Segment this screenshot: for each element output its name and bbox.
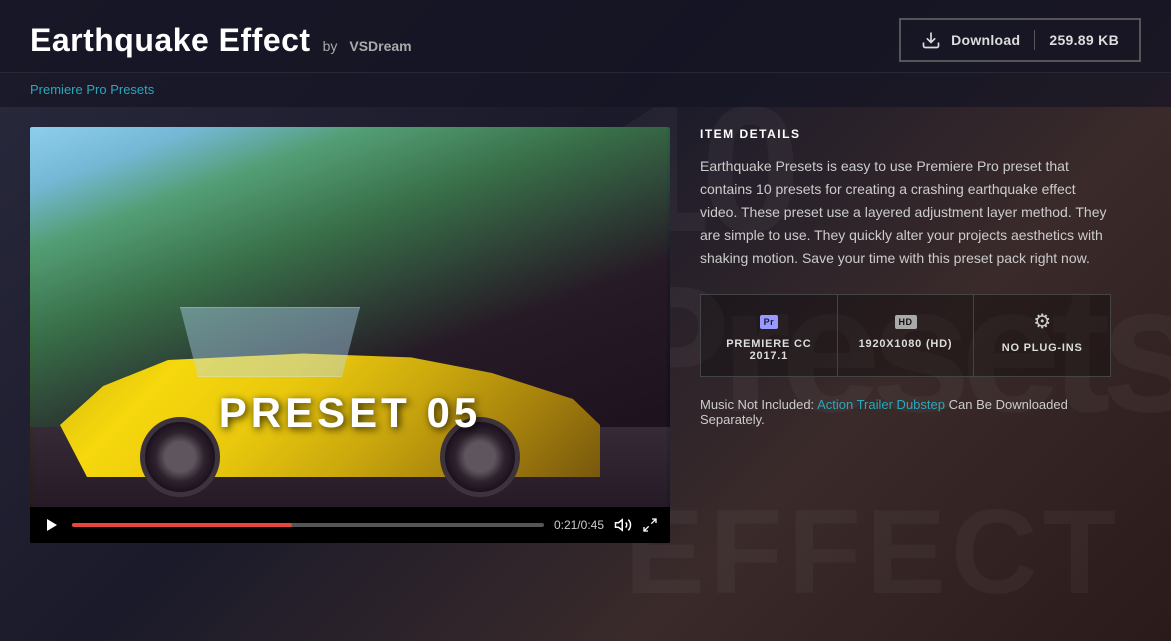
feature-box-premiere: Pr PREMIERE CC 2017.1 <box>700 294 838 377</box>
feature-box-plugins: ⚙ NO PLUG-INS <box>974 294 1111 377</box>
video-controls: 0:21/0:45 <box>30 507 670 543</box>
fullscreen-button[interactable] <box>642 517 658 533</box>
pr-icon: Pr <box>760 309 779 330</box>
volume-button[interactable] <box>614 516 632 534</box>
music-note: Music Not Included: Action Trailer Dubst… <box>700 397 1111 427</box>
author-name: VSDream <box>349 38 411 54</box>
video-container: PRESET 05 0:21/0:45 <box>30 127 670 543</box>
fullscreen-icon <box>642 517 658 533</box>
by-label: by <box>323 38 338 54</box>
gear-icon: ⚙ <box>1033 309 1051 334</box>
music-link[interactable]: Action Trailer Dubstep <box>817 397 945 412</box>
video-frame: PRESET 05 <box>30 127 670 507</box>
music-prefix: Music Not Included: <box>700 397 814 412</box>
glitch-blue <box>33 127 670 507</box>
header-left: Earthquake Effect by VSDream <box>30 22 412 59</box>
download-icon <box>921 30 941 50</box>
download-button[interactable]: Download 259.89 KB <box>899 18 1141 62</box>
play-button[interactable] <box>42 515 62 535</box>
download-label: Download <box>951 32 1020 48</box>
breadcrumb: Premiere Pro Presets <box>0 73 1171 107</box>
download-size: 259.89 KB <box>1049 32 1119 48</box>
progress-bar[interactable] <box>72 523 544 527</box>
volume-icon <box>614 516 632 534</box>
play-icon <box>44 517 60 533</box>
item-details-label: ITEM DETAILS <box>700 127 1111 141</box>
feature-label-hd: 1920X1080 (HD) <box>859 338 953 350</box>
page-header: Earthquake Effect by VSDream Download 25… <box>0 0 1171 73</box>
feature-label-plugins: NO PLUG-INS <box>1002 342 1083 354</box>
feature-boxes: Pr PREMIERE CC 2017.1 HD 1920X1080 (HD) … <box>700 294 1111 377</box>
time-display: 0:21/0:45 <box>554 518 604 532</box>
feature-label-premiere: PREMIERE CC 2017.1 <box>711 338 827 362</box>
hd-icon: HD <box>895 309 917 330</box>
item-description: Earthquake Presets is easy to use Premie… <box>700 155 1111 270</box>
time-total: 0:45 <box>581 518 604 532</box>
page-title: Earthquake Effect <box>30 22 311 59</box>
progress-fill <box>72 523 292 527</box>
time-current: 0:21 <box>554 518 577 532</box>
main-content: PRESET 05 0:21/0:45 <box>0 107 1171 563</box>
breadcrumb-link[interactable]: Premiere Pro Presets <box>30 82 154 97</box>
feature-box-hd: HD 1920X1080 (HD) <box>838 294 975 377</box>
right-panel: ITEM DETAILS Earthquake Presets is easy … <box>670 127 1141 427</box>
preset-text-overlay: PRESET 05 <box>219 389 481 437</box>
divider <box>1034 30 1035 50</box>
